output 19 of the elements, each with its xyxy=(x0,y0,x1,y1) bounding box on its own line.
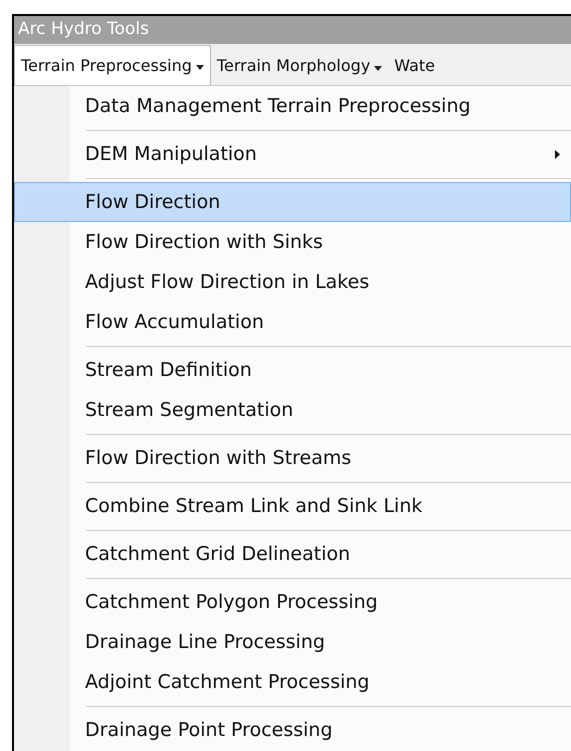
menu-item[interactable]: DEM Manipulation xyxy=(14,134,571,174)
menu-item[interactable]: Adjust Flow Direction in Lakes xyxy=(14,262,571,302)
menu-item[interactable]: Stream Definition xyxy=(14,350,571,390)
toolbar-tab[interactable]: Terrain Morphology xyxy=(210,47,388,85)
menu-item[interactable]: Flow Direction xyxy=(14,182,571,222)
toolbar-tab[interactable]: Wate xyxy=(388,47,442,85)
menu-item[interactable]: Stream Segmentation xyxy=(14,390,571,430)
window-title: Arc Hydro Tools xyxy=(18,18,149,42)
menu-item[interactable]: Flow Direction with Streams xyxy=(14,438,571,478)
menu-item[interactable]: Flow Accumulation xyxy=(14,302,571,342)
menu-item[interactable]: Catchment Grid Delineation xyxy=(14,534,571,574)
menu-item[interactable]: Data Management Terrain Preprocessing xyxy=(14,86,571,126)
toolbar-tab[interactable]: Terrain Preprocessing xyxy=(14,45,211,85)
menu-item[interactable]: Drainage Line Processing xyxy=(14,622,571,662)
menu-item[interactable]: Combine Stream Link and Sink Link xyxy=(14,486,571,526)
menu-item[interactable]: Adjoint Catchment Processing xyxy=(14,662,571,702)
menu-item[interactable]: Drainage Point Processing xyxy=(14,710,571,750)
menu-item[interactable]: Flow Direction with Sinks xyxy=(14,222,571,262)
menu-item[interactable]: Catchment Polygon Processing xyxy=(14,582,571,622)
